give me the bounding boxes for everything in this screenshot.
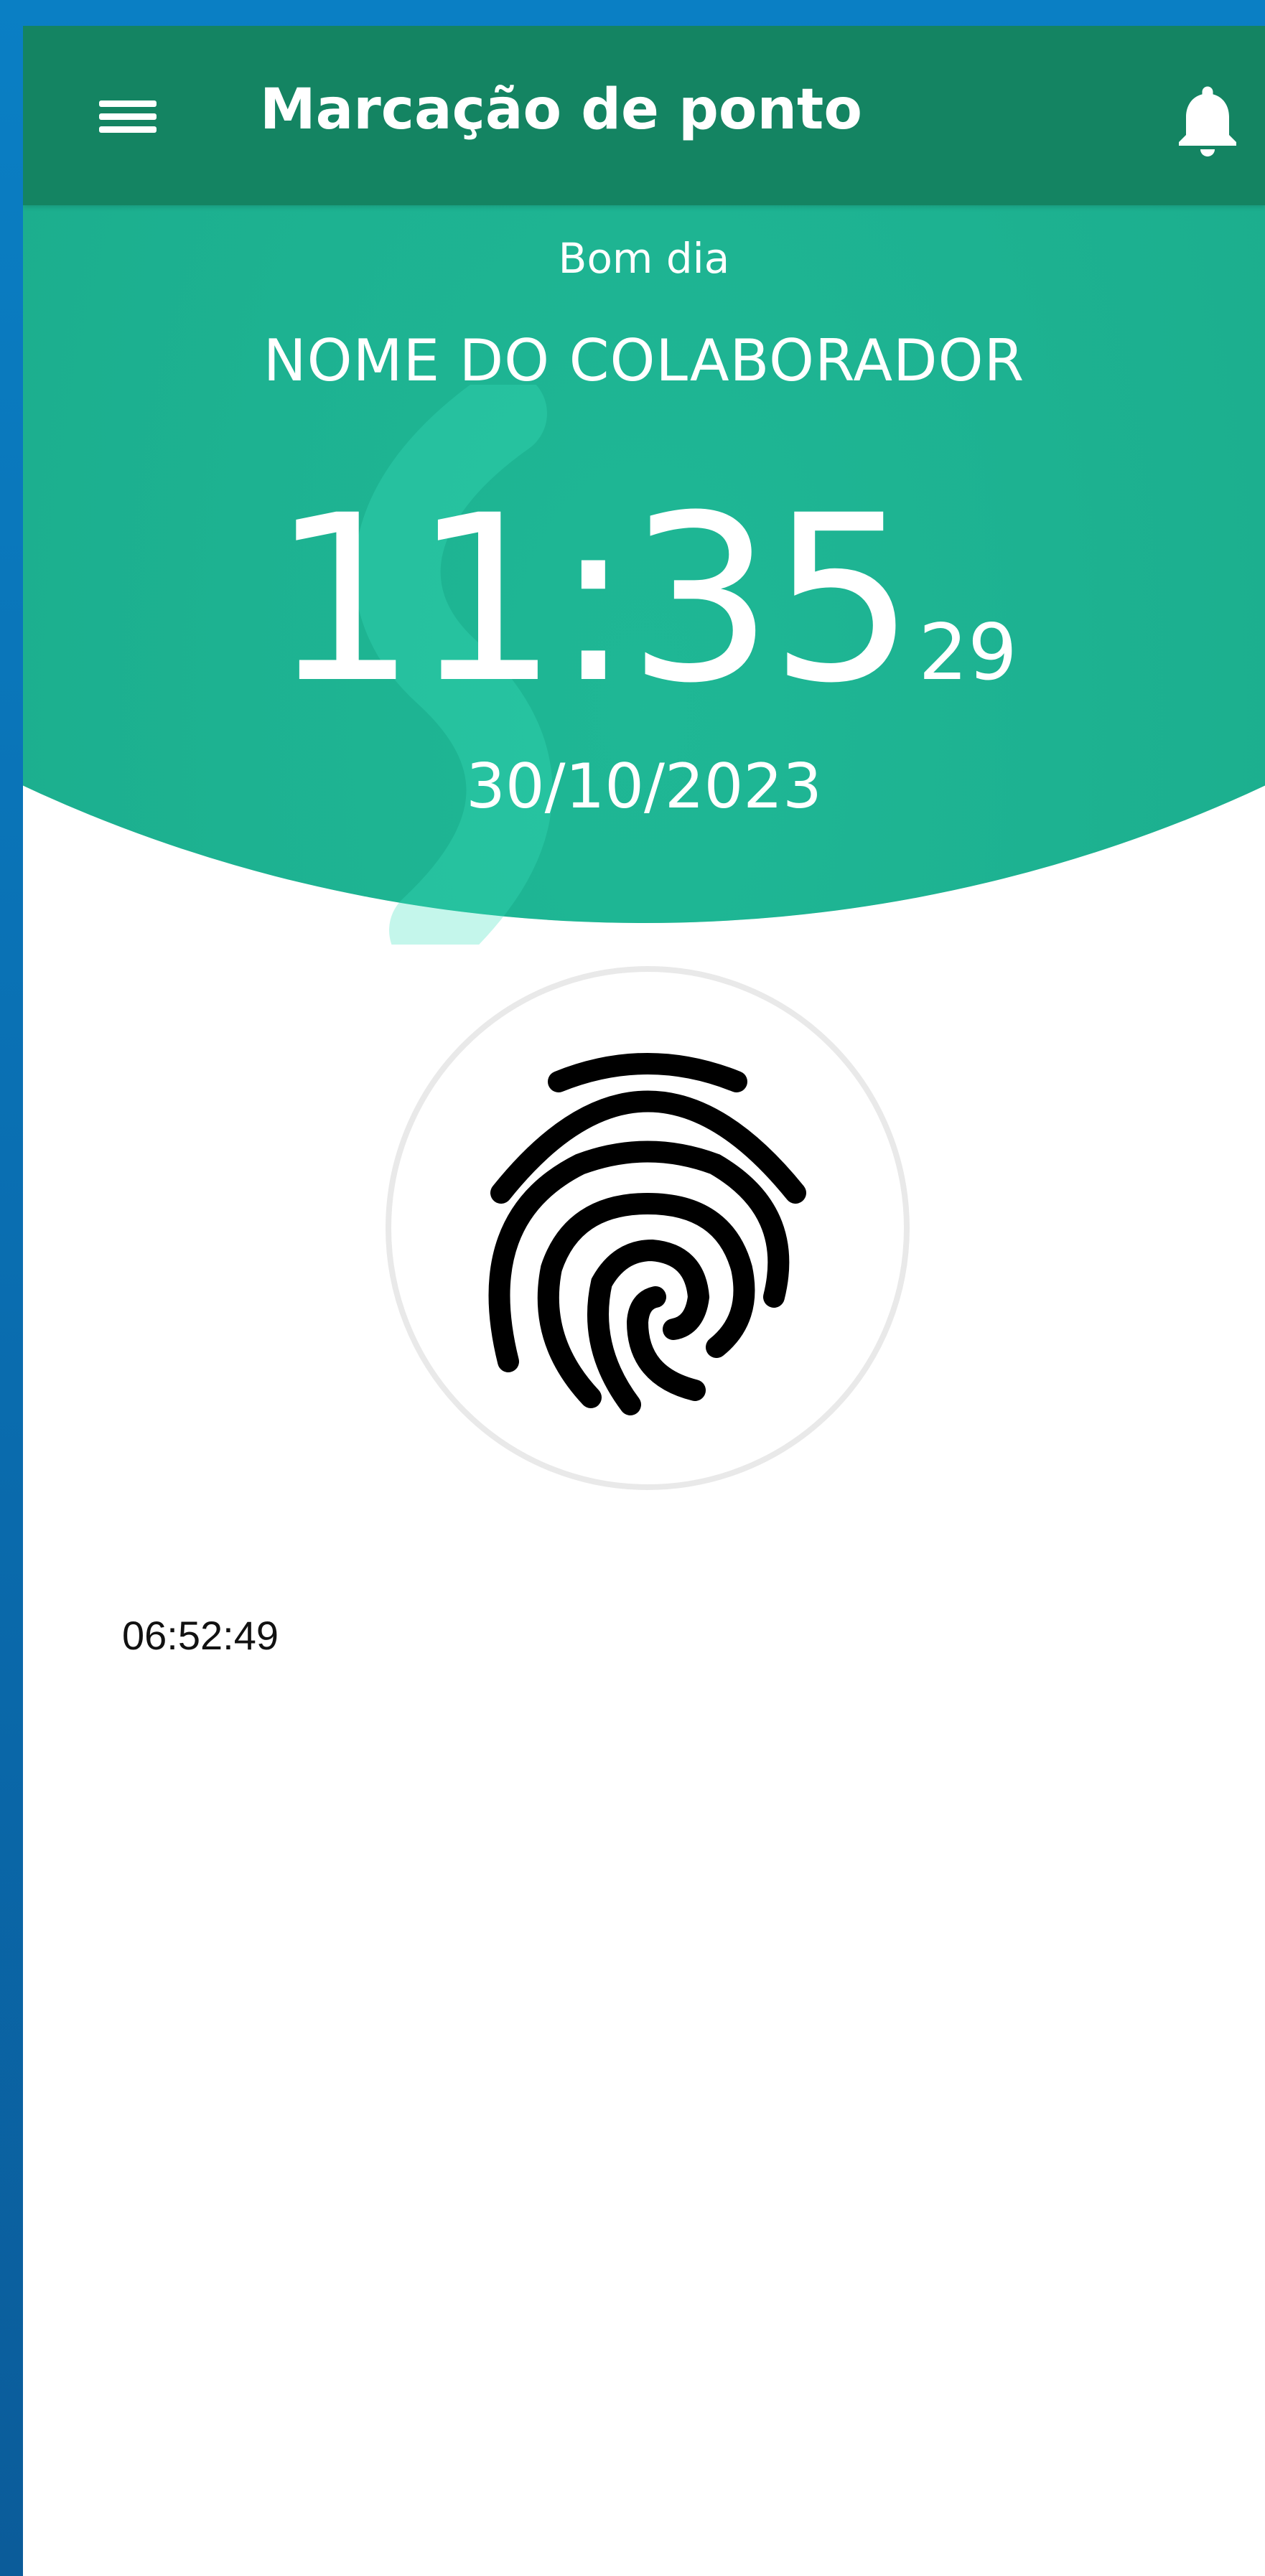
menu-icon-bar [99, 126, 157, 133]
punch-clock-button[interactable] [386, 966, 910, 1490]
clock-seconds: 29 [918, 608, 1017, 698]
menu-icon-bar [99, 100, 157, 107]
punch-records-list: 06:52:49 [122, 1612, 279, 1659]
notifications-button[interactable] [1164, 78, 1251, 164]
current-time: 11:3529 [23, 485, 1265, 715]
clock-hours-minutes: 11:35 [271, 467, 915, 734]
punch-record-time: 06:52:49 [122, 1613, 279, 1658]
current-date: 30/10/2023 [466, 751, 822, 823]
menu-icon-bar [99, 113, 157, 120]
app-bar: Marcação de ponto [23, 26, 1265, 205]
app-screen: Marcação de ponto Bom dia NOME DO COLABO… [23, 26, 1265, 2576]
menu-button[interactable] [95, 89, 164, 144]
fingerprint-icon [488, 1053, 806, 1415]
page-title: Marcação de ponto [260, 78, 862, 142]
bell-icon [1179, 86, 1236, 156]
employee-name: NOME DO COLABORADOR [263, 327, 1025, 394]
greeting-text: Bom dia [558, 234, 730, 283]
